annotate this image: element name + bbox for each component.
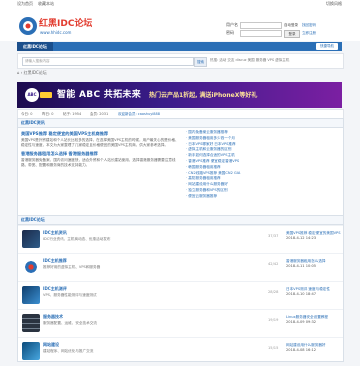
banner-logo: ABC <box>25 88 39 102</box>
last-post-link[interactable]: 香港服务器租用怎么选择 <box>286 259 326 263</box>
search-placeholder: 请输入搜索内容 <box>25 59 50 63</box>
forum-panel: 红黑IDC论坛 IDC主机资讯 IDC行业资讯、主机商动态、优惠活动发布 37/… <box>17 215 344 362</box>
forum-stats: 15/15 <box>268 346 279 350</box>
password-input[interactable] <box>240 30 282 37</box>
forum-description: IDC行业资讯、主机商动态、优惠活动发布 <box>43 237 111 241</box>
news-summary-2: 香港服务器免备案，国内访问速度快，适合外贸和个人站长建站使用，选择香港服务器需要… <box>21 158 176 168</box>
forum-stats: 19/19 <box>268 318 279 322</box>
last-post-link[interactable]: 日本VPS测评 速度与稳定性 <box>286 287 330 291</box>
remember-checkbox[interactable]: 自动登录 <box>284 23 298 27</box>
logo-subtitle: www.hhidc.com <box>40 30 72 35</box>
last-post-time: 2018-4-11 10:05 <box>286 264 317 268</box>
banner-chip-icon <box>40 92 52 98</box>
forum-description: 服务器配置、运维、安全技术交流 <box>43 321 97 325</box>
forum-name[interactable]: IDC主机资讯 <box>43 230 67 236</box>
hot-search-words[interactable]: 热搜: 活动 交友 discuz 美国 服务器 VPS 虚拟主机 <box>210 58 340 62</box>
last-post-time: 2018-4-08 16:12 <box>286 348 317 352</box>
logo-title: 红黑IDC论坛 <box>39 17 92 29</box>
forum-last-post: 日本VPS测评 速度与稳定性 2018-4-10 18:47 <box>286 287 341 297</box>
switch-style-link[interactable]: 切换风格 <box>326 1 342 7</box>
stat-newest-member[interactable]: 欢迎新会员: caoshuyi888 <box>118 112 160 116</box>
globe-icon <box>22 258 40 276</box>
forum-last-post: Linux服务器安全设置教程 2018-4-09 09:32 <box>286 315 341 325</box>
forum-description: 建站程序、网站优化与推广交流 <box>43 349 94 353</box>
username-input[interactable] <box>240 22 282 29</box>
forum-stats: 37/37 <box>268 234 279 238</box>
bookmark-link[interactable]: 收藏本站 <box>38 1 54 7</box>
forum-panel-title: 红黑IDC论坛 <box>18 216 343 225</box>
forum-row[interactable]: IDC主机资讯 IDC行业资讯、主机商动态、优惠活动发布 37/37 美国VPS… <box>18 225 343 254</box>
news-link-list: · 国内免备案云服务器推荐 · 美国服务器租用多少钱一个月 · 日本VPS哪家好… <box>186 130 336 200</box>
last-post-link[interactable]: 美国VPS推荐 稳定便宜的美国VPS <box>286 231 341 235</box>
banner-title: 智能 ABC 共拓未来 <box>57 90 141 100</box>
forum-description: 推荐好用的虚拟主机、VPS和服务器 <box>43 265 101 269</box>
find-password-link[interactable]: 找回密码 <box>302 23 316 27</box>
stat-yesterday: 昨日: 0 <box>42 112 54 116</box>
forum-last-post: 美国VPS推荐 稳定便宜的美国VPS 2018-4-12 14:23 <box>286 231 341 241</box>
forum-description: VPS、服务器性能测评与速度测试 <box>43 293 97 297</box>
last-post-link[interactable]: 网站建设用什么服务器好 <box>286 343 326 347</box>
stat-posts: 帖子: 1954 <box>63 112 82 116</box>
last-post-link[interactable]: Linux服务器安全设置教程 <box>286 315 328 319</box>
register-link[interactable]: 立即注册 <box>302 31 316 35</box>
news-featured: 美国VPS推荐 稳定便宜的美国VPS主机商推荐 美国VPS是外贸建站和个人站长比… <box>21 131 181 171</box>
set-homepage-link[interactable]: 设为首页 <box>17 1 33 7</box>
quick-nav-button[interactable]: 快捷导航 <box>316 43 338 50</box>
news-link[interactable]: · 便宜云服务器推荐 <box>186 194 336 200</box>
forum-name[interactable]: 网站建设 <box>43 342 59 348</box>
username-label: 用户名 <box>226 22 238 27</box>
forum-last-post: 网站建设用什么服务器好 2018-4-08 16:12 <box>286 343 341 353</box>
forum-stats: 42/42 <box>268 262 279 266</box>
password-label: 密码 <box>226 30 234 35</box>
news-panel: 红黑IDC资讯 美国VPS推荐 稳定便宜的美国VPS主机商推荐 美国VPS是外贸… <box>17 118 344 216</box>
last-post-time: 2018-4-10 18:47 <box>286 292 317 296</box>
forum-row[interactable]: 网站建设 建站程序、网站优化与推广交流 15/15 网站建设用什么服务器好 201… <box>18 337 343 366</box>
header: 红黑IDC论坛 www.hhidc.com 用户名 自动登录 找回密码 密码 登… <box>0 9 360 41</box>
banner-subtitle: 热门云产品1折起, 满送iPhoneX等好礼 <box>149 92 258 99</box>
news-panel-title: 红黑IDC资讯 <box>18 119 343 128</box>
forum-row[interactable]: IDC主机推荐 推荐好用的虚拟主机、VPS和服务器 42/42 香港服务器租用怎… <box>18 253 343 282</box>
forum-row[interactable]: IDC主机测评 VPS、服务器性能测评与速度测试 28/28 日本VPS测评 速… <box>18 281 343 310</box>
server-stack-icon <box>22 314 40 332</box>
login-button[interactable]: 登录 <box>284 30 300 38</box>
news-summary-1: 美国VPS是外贸建站和个人站长比较多的选择，在选择美国VPS主机的时候，用户最关… <box>21 138 179 148</box>
site-logo[interactable]: 红黑IDC论坛 www.hhidc.com <box>18 14 92 38</box>
forum-name[interactable]: IDC主机测评 <box>43 286 67 292</box>
nav-home-tab[interactable]: 红黑IDC论坛 <box>17 42 53 51</box>
breadcrumb[interactable]: ⌂ › 红黑IDC论坛 <box>17 70 47 76</box>
monitor-icon <box>22 286 40 304</box>
web-icon <box>22 342 40 360</box>
last-post-time: 2018-4-09 09:32 <box>286 320 317 324</box>
stat-members: 会员: 2031 <box>90 112 109 116</box>
search-button[interactable]: 搜索 <box>194 57 207 67</box>
news-headline-2[interactable]: 香港服务器租用怎么选择 香港服务器推荐 <box>21 151 181 156</box>
news-headline-1[interactable]: 美国VPS推荐 稳定便宜的美国VPS主机商推荐 <box>21 131 181 136</box>
stat-today: 今日: 0 <box>21 112 33 116</box>
search-input[interactable]: 请输入搜索内容 <box>22 57 194 66</box>
forum-name[interactable]: 服务器技术 <box>43 314 63 320</box>
last-post-time: 2018-4-12 14:23 <box>286 236 317 240</box>
ad-banner[interactable]: ABC 智能 ABC 共拓未来 热门云产品1折起, 满送iPhoneX等好礼 <box>17 82 342 108</box>
search-bar: 请输入搜索内容 搜索 热搜: 活动 交友 discuz 美国 服务器 VPS 虚… <box>17 53 344 69</box>
server-rack-icon <box>22 230 40 248</box>
nav-bar: 红黑IDC论坛 快捷导航 <box>17 42 342 51</box>
forum-row[interactable]: 服务器技术 服务器配置、运维、安全技术交流 19/19 Linux服务器安全设置… <box>18 309 343 338</box>
forum-name[interactable]: IDC主机推荐 <box>43 258 67 264</box>
forum-last-post: 香港服务器租用怎么选择 2018-4-11 10:05 <box>286 259 341 269</box>
forum-stats: 28/28 <box>268 290 279 294</box>
